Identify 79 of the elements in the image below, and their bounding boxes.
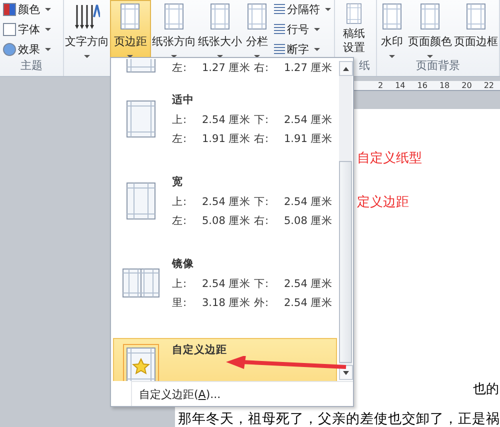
margin-value: 2.54 厘米 <box>284 276 334 290</box>
ribbon-command[interactable]: 效果 <box>2 40 52 58</box>
margin-label: 上: <box>172 276 188 290</box>
ribbon-button[interactable]: 稿纸设置 <box>334 0 373 58</box>
scroll-up-icon[interactable] <box>338 61 352 76</box>
custom-margins-link[interactable]: 自定义边距(A)... <box>139 386 221 402</box>
scroll-thumb[interactable] <box>339 161 352 363</box>
margin-preset[interactable]: 适中 上: 2.54 厘米 下: 2.54 厘米 左: 1.91 厘米 右: 1.91 厘米 <box>113 78 337 160</box>
margin-label: 右: <box>254 61 270 75</box>
margin-label: 左: <box>172 214 188 228</box>
margin-value: 2.54 厘米 <box>202 194 252 208</box>
margin-label: 左: <box>172 132 188 146</box>
ribbon-command[interactable]: 分隔符 <box>272 0 332 18</box>
margin-label: 右: <box>254 214 270 228</box>
margin-label: 下: <box>254 276 270 290</box>
margin-value: 1.27 厘米 <box>284 61 334 75</box>
page-icon <box>126 182 156 220</box>
margin-value: 1.91 厘米 <box>202 132 252 146</box>
margin-value: 2.54 厘米 <box>284 112 334 126</box>
ribbon-command[interactable]: 行号 <box>272 20 332 38</box>
page-icon <box>380 3 404 31</box>
margin-value: 5.08 厘米 <box>202 214 252 228</box>
ribbon-button[interactable]: 页边距 <box>110 0 151 58</box>
preset-name: 宽 <box>172 174 184 188</box>
margin-value: 2.54 厘米 <box>202 276 252 290</box>
group-caption: 纸 <box>359 59 370 72</box>
margin-value: 3.18 厘米 <box>202 296 252 310</box>
ruler-number: 16 <box>417 81 428 90</box>
ruler-number: 20 <box>462 81 472 90</box>
document-text: 定义边距 <box>357 194 410 211</box>
margin-preset[interactable]: 宽 上: 2.54 厘米 下: 2.54 厘米 左: 5.08 厘米 右: 5.08 厘米 <box>113 160 337 242</box>
vertical-lines-icon <box>74 3 100 31</box>
ribbon-button[interactable]: 水印 <box>377 0 407 58</box>
margin-value: 2.54 厘米 <box>284 296 334 310</box>
preset-name: 自定义边距 <box>172 343 227 357</box>
group-caption: 页面背景 <box>416 59 460 72</box>
page-icon <box>162 3 186 31</box>
star-page-icon <box>123 344 159 381</box>
page-icon <box>126 100 156 138</box>
scrollbar[interactable] <box>339 61 352 380</box>
ribbon-command[interactable]: 字体 <box>2 20 52 38</box>
page-icon <box>244 3 269 31</box>
margin-preset[interactable]: 镜像 上: 2.54 厘米 下: 2.54 厘米 里: 3.18 厘米 外: 2.54 厘米 <box>113 242 337 324</box>
group-caption: 主题 <box>20 59 42 72</box>
margin-label: 里: <box>172 296 188 310</box>
ribbon-button[interactable]: 页面颜色 <box>407 0 453 58</box>
page-icon <box>118 3 142 31</box>
margin-label: 下: <box>254 194 270 208</box>
ruler-number: 18 <box>439 81 450 90</box>
margin-value: 5.08 厘米 <box>284 214 334 228</box>
ruler-number: 14 <box>395 81 406 90</box>
page-icon <box>464 3 488 31</box>
margin-label: 上: <box>172 194 188 208</box>
ruler-number: 2 <box>378 81 384 90</box>
preset-name: 镜像 <box>172 256 195 270</box>
ruler-number: 22 <box>484 81 494 90</box>
circle-icon <box>3 42 16 56</box>
ribbon-button[interactable]: 页面边框 <box>453 0 499 58</box>
margin-label: 左: <box>172 61 188 75</box>
document-text: 自定义纸型 <box>357 150 423 167</box>
ribbon-button[interactable]: 文字方向 <box>64 0 110 58</box>
margin-preset[interactable]: 自定义边距 <box>113 338 337 381</box>
preset-name: 适中 <box>172 92 195 106</box>
document-text: 也的 <box>473 381 500 398</box>
margin-label: 上: <box>172 112 188 126</box>
margin-value: 2.54 厘米 <box>202 112 252 126</box>
swatch-icon <box>3 2 16 16</box>
margin-label: 下: <box>254 112 270 126</box>
ribbon-command[interactable]: 颜色 <box>2 0 52 18</box>
margin-label: 外: <box>254 296 270 310</box>
page-icon <box>418 3 442 31</box>
margin-label: 右: <box>254 132 270 146</box>
margin-preset[interactable]: 左: 1.27 厘米 右: 1.27 厘米 <box>113 58 337 78</box>
margin-value: 1.91 厘米 <box>284 132 334 146</box>
page-icon <box>208 3 232 31</box>
document-text: 那年冬天，祖母死了，父亲的差使也交卸了，正是祸 <box>178 410 500 427</box>
margin-value: 2.54 厘米 <box>284 194 334 208</box>
margin-value: 1.27 厘米 <box>202 61 252 75</box>
font-box-icon <box>3 22 16 36</box>
